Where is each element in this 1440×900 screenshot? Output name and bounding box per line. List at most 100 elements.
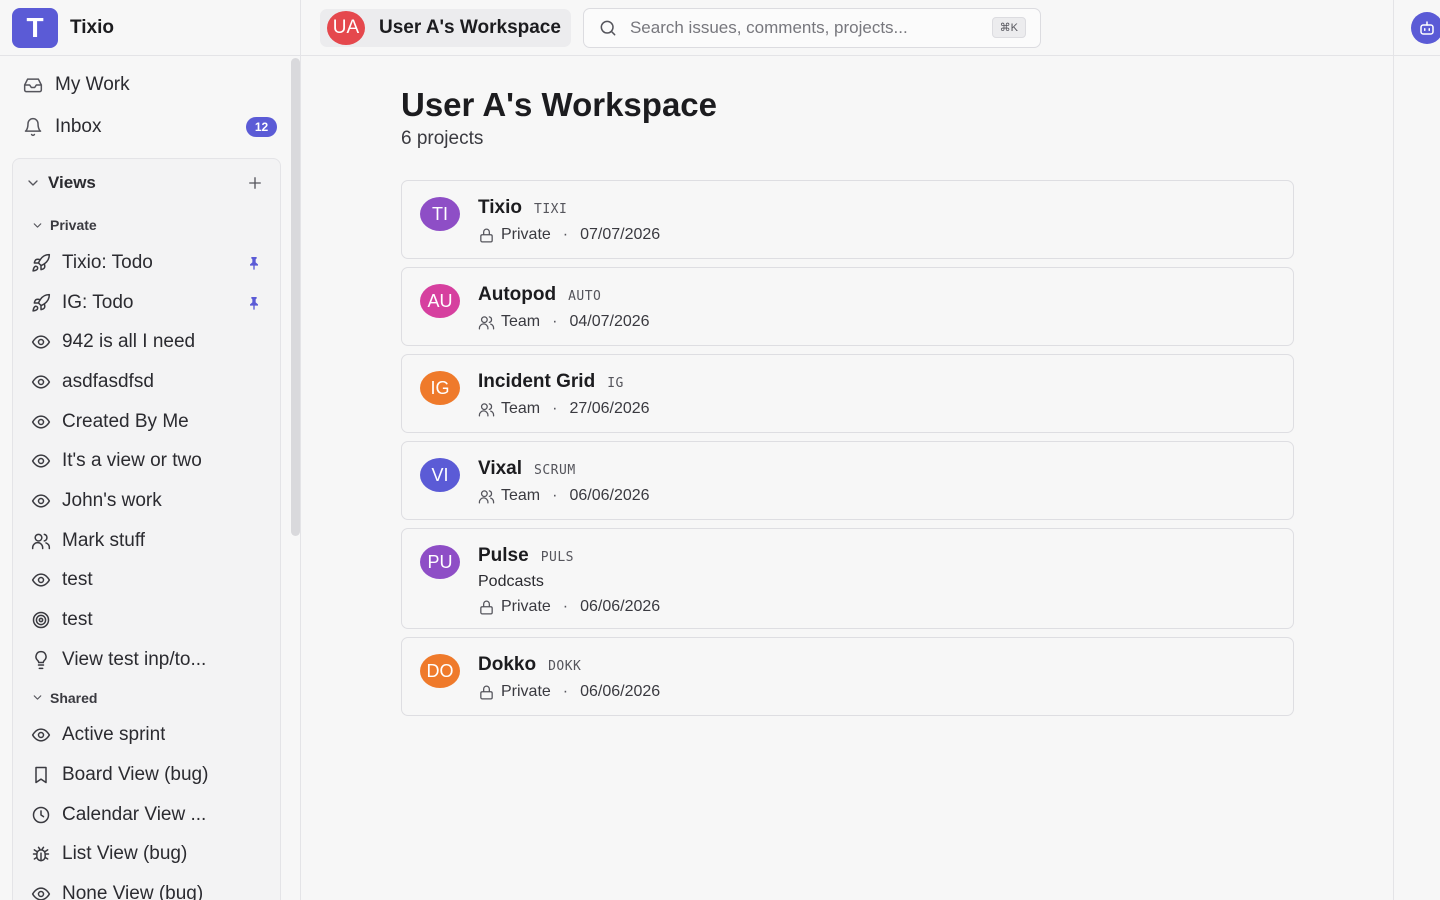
project-meta: Private · 07/07/2026: [478, 226, 660, 244]
project-card[interactable]: TI Tixio TIXI Private · 07/07/2026: [401, 180, 1294, 259]
view-item[interactable]: IG: Todo: [13, 283, 280, 323]
project-meta: Team · 04/07/2026: [478, 313, 650, 331]
workspace-avatar: UA: [327, 10, 365, 45]
project-card[interactable]: AU Autopod AUTO Team · 04/07/2026: [401, 267, 1294, 346]
views-header[interactable]: Views: [13, 159, 280, 207]
view-item-label: test: [62, 569, 93, 591]
nav-item-label: Inbox: [55, 116, 102, 137]
project-name: Dokko: [478, 654, 537, 675]
eye-icon: [31, 451, 51, 471]
eye-icon: [31, 725, 51, 745]
chevron-down-icon: [25, 175, 41, 191]
project-avatar: DO: [420, 654, 460, 688]
view-item[interactable]: It's a view or two: [13, 441, 280, 481]
search-bar[interactable]: ⌘K: [582, 7, 1041, 48]
nav-item-inbox[interactable]: Inbox 12: [12, 106, 288, 148]
view-item-label: asdfasdfsd: [62, 370, 154, 392]
project-name: Incident Grid: [478, 371, 596, 392]
view-item[interactable]: Created By Me: [13, 402, 280, 442]
view-item-label: List View (bug): [62, 843, 188, 865]
pin-icon[interactable]: [246, 295, 262, 311]
project-key: AUTO: [568, 289, 602, 304]
view-item[interactable]: test: [13, 600, 280, 640]
view-item[interactable]: asdfasdfsd: [13, 362, 280, 402]
group-title: Shared: [50, 689, 98, 706]
view-item-label: Calendar View ...: [62, 803, 207, 825]
project-key: TIXI: [534, 202, 568, 217]
project-date: 06/06/2026: [580, 683, 661, 700]
project-date: 04/07/2026: [569, 313, 650, 330]
top-nav: My Work Inbox 12: [0, 56, 300, 148]
view-item[interactable]: test: [13, 561, 280, 601]
project-key: DOKK: [548, 659, 582, 674]
search-input[interactable]: [629, 17, 992, 38]
topbar: UA User A's Workspace ⌘K: [301, 0, 1393, 56]
project-card[interactable]: DO Dokko DOKK Private · 06/06/2026: [401, 637, 1294, 716]
project-date: 07/07/2026: [580, 226, 661, 243]
view-item-label: Active sprint: [62, 724, 166, 746]
view-item-label: IG: Todo: [62, 291, 134, 313]
brand[interactable]: T Tixio: [0, 0, 300, 56]
view-item[interactable]: Calendar View ...: [13, 795, 280, 835]
assistant-button[interactable]: [1411, 12, 1440, 44]
search-icon: [598, 18, 618, 38]
project-date: 06/06/2026: [569, 487, 650, 504]
project-avatar: VI: [420, 458, 460, 492]
project-visibility: Team: [501, 487, 541, 504]
bug-icon: [31, 844, 51, 864]
project-card[interactable]: IG Incident Grid IG Team · 27/06/2026: [401, 354, 1294, 433]
project-avatar: TI: [420, 197, 460, 231]
project-meta: Team · 27/06/2026: [478, 400, 650, 418]
separator-dot: ·: [552, 487, 558, 504]
add-view-button[interactable]: [246, 174, 264, 192]
project-avatar: PU: [420, 545, 460, 579]
search-shortcut-hint: ⌘K: [991, 17, 1026, 38]
project-info: Pulse PULS Podcasts Private · 06/06/2026: [478, 545, 660, 616]
workspace-switcher[interactable]: UA User A's Workspace: [320, 8, 571, 47]
view-item[interactable]: Mark stuff: [13, 521, 280, 561]
view-item-label: John's work: [62, 489, 162, 511]
eye-icon: [31, 372, 51, 392]
views-panel: Views Private Tixio: Todo IG: Todo 942 i…: [12, 158, 281, 900]
view-item-label: Created By Me: [62, 410, 189, 432]
view-item[interactable]: 942 is all I need: [13, 322, 280, 362]
project-date: 27/06/2026: [569, 400, 650, 417]
group-header-private[interactable]: Private: [13, 207, 280, 243]
view-item[interactable]: None View (bug): [13, 874, 280, 900]
separator-dot: ·: [552, 400, 558, 417]
project-avatar: AU: [420, 284, 460, 318]
nav-item-label: My Work: [55, 74, 130, 95]
view-item[interactable]: Active sprint: [13, 716, 280, 756]
pin-icon[interactable]: [246, 255, 262, 271]
inbox-count-badge: 12: [246, 117, 277, 137]
users-icon: [478, 314, 495, 331]
lock-icon: [478, 684, 495, 701]
project-card[interactable]: PU Pulse PULS Podcasts Private · 06/06/2…: [401, 528, 1294, 629]
view-item[interactable]: List View (bug): [13, 835, 280, 875]
view-item[interactable]: John's work: [13, 481, 280, 521]
page-title: User A's Workspace: [401, 86, 717, 123]
nav-item-my-work[interactable]: My Work: [12, 64, 288, 106]
project-meta: Private · 06/06/2026: [478, 598, 660, 616]
project-info: Tixio TIXI Private · 07/07/2026: [478, 197, 660, 244]
project-visibility: Team: [501, 400, 541, 417]
rocket-icon: [31, 253, 51, 273]
separator-dot: ·: [562, 683, 569, 700]
chevron-down-icon: [31, 691, 44, 704]
project-key: SCRUM: [534, 463, 576, 478]
chevron-down-icon: [31, 219, 44, 232]
bot-icon: [1418, 19, 1436, 37]
project-card[interactable]: VI Vixal SCRUM Team · 06/06/2026: [401, 441, 1294, 520]
brand-logo: T: [12, 7, 58, 48]
eye-icon: [31, 332, 51, 352]
separator-dot: ·: [562, 226, 569, 243]
eye-icon: [31, 884, 51, 900]
view-item[interactable]: View test inp/to...: [13, 640, 280, 680]
rocket-icon: [31, 293, 51, 313]
view-item[interactable]: Board View (bug): [13, 755, 280, 795]
group-header-shared[interactable]: Shared: [13, 680, 280, 716]
view-item-label: 942 is all I need: [62, 331, 196, 353]
view-item[interactable]: Tixio: Todo: [13, 243, 280, 283]
view-item-label: Tixio: Todo: [62, 251, 153, 273]
sidebar-scrollbar[interactable]: [291, 58, 300, 536]
